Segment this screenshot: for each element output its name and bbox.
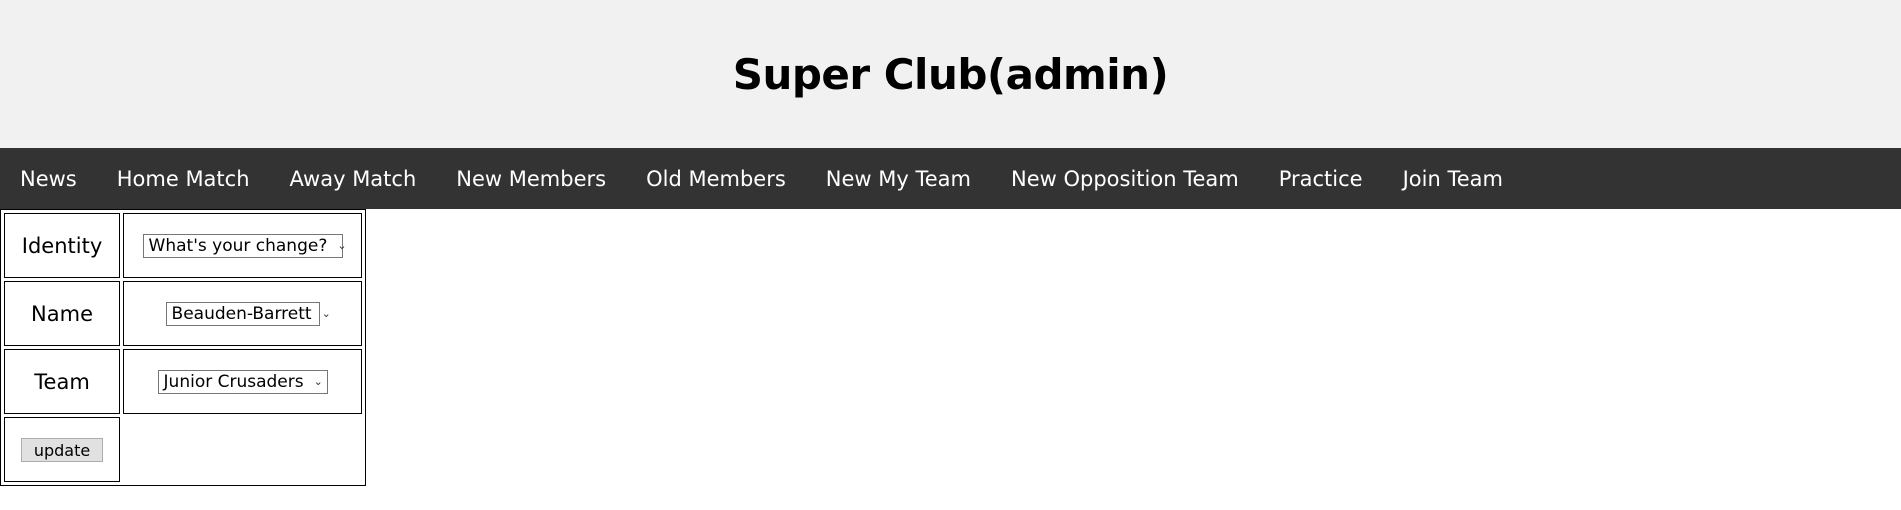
nav-item-new-my-team[interactable]: New My Team	[806, 148, 991, 209]
name-select[interactable]: Beauden-Barrett ⌄	[165, 301, 331, 326]
name-select-value: Beauden-Barrett	[171, 303, 312, 324]
team-select[interactable]: Junior Crusaders ⌄	[157, 369, 328, 394]
chevron-down-icon: ⌄	[313, 375, 323, 388]
identity-label: Identity	[4, 213, 121, 278]
nav-item-news[interactable]: News	[0, 148, 97, 209]
nav-item-new-members[interactable]: New Members	[436, 148, 626, 209]
team-row: Team Junior Crusaders ⌄	[4, 349, 362, 414]
name-row: Name Beauden-Barrett ⌄	[4, 281, 362, 346]
update-row: update	[4, 417, 362, 482]
name-label: Name	[4, 281, 121, 346]
identity-select[interactable]: What's your change? ⌄	[142, 233, 347, 258]
team-select-value: Junior Crusaders	[163, 371, 304, 392]
identity-select-value: What's your change?	[148, 235, 328, 256]
nav-item-join-team[interactable]: Join Team	[1383, 148, 1523, 209]
nav-item-away-match[interactable]: Away Match	[270, 148, 437, 209]
page-title: Super Club(admin)	[732, 49, 1169, 99]
page-header: Super Club(admin)	[0, 0, 1901, 148]
nav-item-old-members[interactable]: Old Members	[626, 148, 806, 209]
nav-item-new-opposition-team[interactable]: New Opposition Team	[991, 148, 1259, 209]
top-nav: News Home Match Away Match New Members O…	[0, 148, 1901, 209]
update-form-table: Identity What's your change? ⌄ Name Beau…	[0, 209, 366, 486]
chevron-down-icon: ⌄	[321, 307, 331, 320]
team-label: Team	[4, 349, 121, 414]
identity-row: Identity What's your change? ⌄	[4, 213, 362, 278]
chevron-down-icon: ⌄	[337, 239, 347, 252]
nav-item-home-match[interactable]: Home Match	[97, 148, 270, 209]
update-button[interactable]: update	[20, 438, 104, 463]
nav-item-practice[interactable]: Practice	[1259, 148, 1383, 209]
